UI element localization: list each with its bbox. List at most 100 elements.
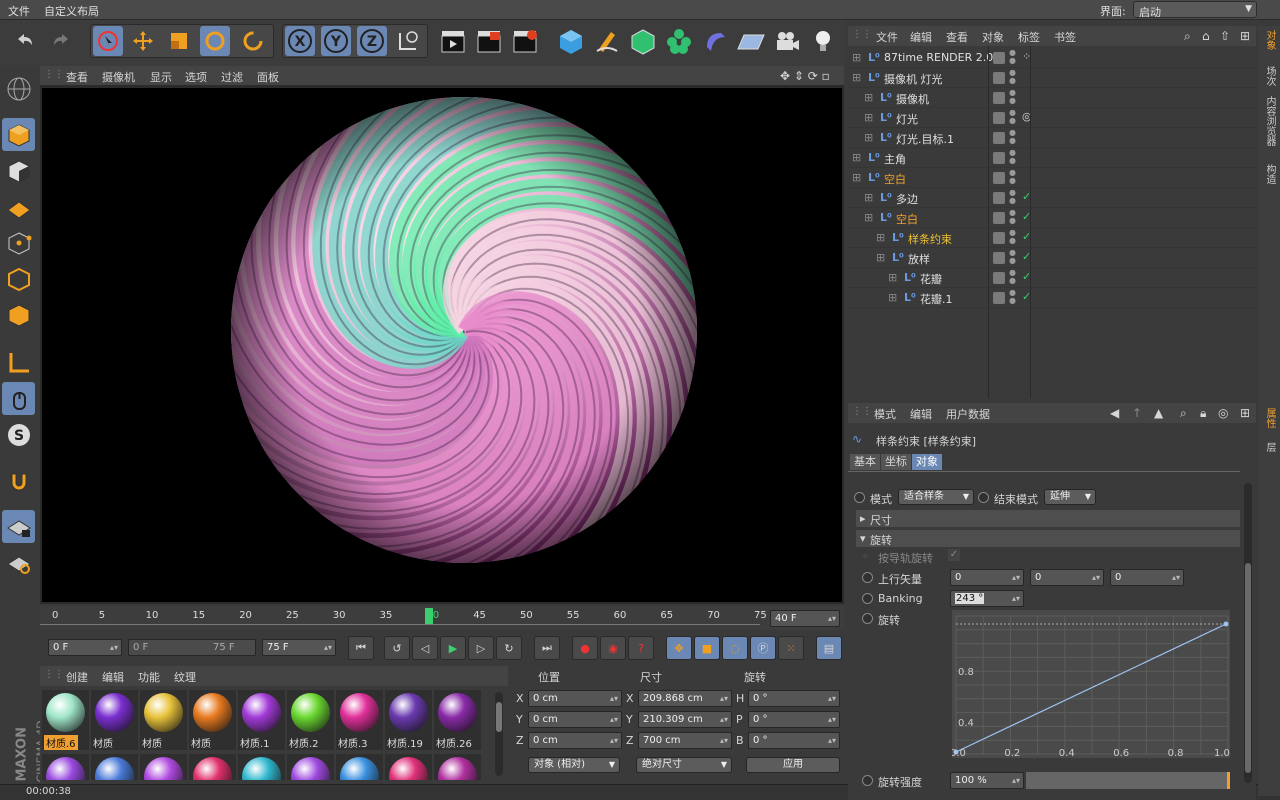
object-name[interactable]: 灯光 [896,111,918,127]
visibility-dots-icon[interactable]: ● ● [1009,169,1016,185]
material-swatch[interactable]: 材质.1 [238,690,285,750]
prev-key-button[interactable]: ↺ [384,636,410,660]
tree-expander-icon[interactable]: ⊞ [852,71,861,84]
search-icon[interactable]: ⌕ [1184,29,1191,44]
visibility-dots-icon[interactable]: ● ● [1009,49,1016,65]
material-menu-function[interactable]: 功能 [138,669,160,685]
rotation-field[interactable]: 0 ° ▴▾ [748,690,840,707]
object-menu-tags[interactable]: 标签 [1018,29,1040,45]
key-scale-button[interactable]: ■ [694,636,720,660]
banking-field[interactable]: 243 ° ▴▾ [950,590,1024,607]
side-tab-layers[interactable]: 层 [1261,442,1277,452]
tab-coordinates[interactable]: 坐标 [881,454,911,470]
tree-expander-icon[interactable]: ⊞ [864,111,873,124]
layer-icon[interactable] [993,52,1005,64]
tree-expander-icon[interactable]: ⊞ [864,131,873,144]
material-swatch[interactable] [385,754,432,780]
menu-file[interactable]: 文件 [8,3,30,19]
tree-expander-icon[interactable]: ⊞ [888,291,897,304]
render-view-button[interactable] [438,26,468,56]
autokey-button[interactable]: ◉ [600,636,626,660]
coord-mode-dropdown[interactable]: 对象 (相对) ▼ [528,757,620,773]
material-swatch[interactable]: 材质.3 [336,690,383,750]
tree-expander-icon[interactable]: ⊞ [852,151,861,164]
object-row[interactable]: ⊞ L⁰ 灯光.目标.1 ● ● [848,128,1256,148]
layer-icon[interactable] [993,112,1005,124]
object-name[interactable]: 花瓣.1 [920,291,953,307]
rotate-button[interactable] [200,26,230,56]
material-swatch[interactable]: 材质.26 [434,690,481,750]
section-size[interactable]: ▸ 尺寸 [856,510,1240,527]
object-row[interactable]: ⊞ L⁰ 花瓣 ● ● ✓ [848,268,1256,288]
new-window-icon[interactable]: ⊞ [1240,29,1250,43]
timeline-window-button[interactable]: ▤ [816,636,842,660]
attr-scrollbar[interactable] [1244,483,1252,783]
object-name[interactable]: 主角 [884,151,906,167]
layer-icon[interactable] [993,192,1005,204]
layout-select[interactable]: 启动 ▼ [1133,1,1257,19]
material-scrollbar[interactable] [495,692,503,776]
key-pla-button[interactable]: ⁙ [778,636,804,660]
up-vector-y[interactable]: 0 ▴▾ [1030,569,1104,586]
size-field[interactable]: 700 cm ▴▾ [638,732,732,749]
edges-mode-button[interactable] [2,262,35,295]
recent-tool-button[interactable] [238,26,268,56]
tree-expander-icon[interactable]: ⊞ [852,51,861,64]
material-swatch[interactable] [434,754,481,780]
material-swatch[interactable]: 材质.6 [42,690,89,750]
menu-custom-layout[interactable]: 自定义布局 [44,3,99,19]
points-mode-button[interactable] [2,226,35,259]
record-button[interactable]: ● [572,636,598,660]
start-frame-field[interactable]: 0 F ▴▾ [48,639,122,656]
pen-spline-button[interactable] [592,26,622,56]
attr-menu-userdata[interactable]: 用户数据 [946,406,990,422]
material-menu-texture[interactable]: 纹理 [174,669,196,685]
side-tab-takes[interactable]: 场次 [1261,66,1277,86]
viewport-menu-view[interactable]: 查看 [66,69,88,85]
key-parameter-button[interactable]: Ⓟ [750,636,776,660]
tree-expander-icon[interactable]: ⊞ [864,91,873,104]
tab-basic[interactable]: 基本 [850,454,880,470]
key-rotation-button[interactable]: ◌ [722,636,748,660]
layer-icon[interactable] [993,292,1005,304]
object-row[interactable]: ⊞ L⁰ 主角 ● ● [848,148,1256,168]
object-name[interactable]: 多边 [896,191,918,207]
forward-arrow-icon[interactable]: ↑ [1132,406,1142,420]
layer-icon[interactable] [993,92,1005,104]
x-axis-button[interactable]: X [285,26,315,56]
tree-expander-icon[interactable]: ⊞ [876,231,885,244]
redo-button[interactable] [46,26,76,56]
scale-button[interactable] [164,26,194,56]
attr-menu-mode[interactable]: 模式 [874,406,896,422]
material-swatch[interactable] [91,754,138,780]
viewport-navigation-icons[interactable]: ✥ ⇕ ⟳ ▫ [780,69,830,83]
axis-mode-button[interactable] [2,346,35,379]
floor-button[interactable] [736,26,766,56]
material-swatch[interactable]: 材质.2 [287,690,334,750]
banking-radio[interactable] [862,593,873,604]
polygons-mode-button[interactable] [2,298,35,331]
make-editable-button[interactable] [2,72,35,105]
viewport[interactable] [40,86,844,604]
subdivision-button[interactable] [628,26,658,56]
keyframe-help-button[interactable]: ? [628,636,654,660]
object-row[interactable]: ⊞ L⁰ 87time RENDER 2.0 ● ● ⁘ [848,48,1256,68]
material-swatch[interactable] [287,754,334,780]
object-name[interactable]: 空白 [884,171,906,187]
attr-menu-edit[interactable]: 编辑 [910,406,932,422]
object-row[interactable]: ⊞ L⁰ 空白 ● ● ✓ [848,208,1256,228]
up-vector-radio[interactable] [862,572,873,583]
end-frame-field[interactable]: 75 F ▴▾ [262,639,336,656]
next-frame-button[interactable]: ▷ [468,636,494,660]
coordinate-system-button[interactable] [393,26,423,56]
deformer-button[interactable] [700,26,730,56]
prev-frame-button[interactable]: ◁ [412,636,438,660]
home-icon[interactable]: ⌂ [1202,29,1210,43]
visibility-dots-icon[interactable]: ● ● [1009,129,1016,145]
viewport-menu-panel[interactable]: 面板 [257,69,279,85]
visibility-dots-icon[interactable]: ● ● [1009,269,1016,285]
object-name[interactable]: 放样 [908,251,930,267]
section-rotation[interactable]: ▾ 旋转 [856,530,1240,547]
cloner-button[interactable] [664,26,694,56]
current-frame-field[interactable]: 40 F ▴▾ [770,610,840,627]
